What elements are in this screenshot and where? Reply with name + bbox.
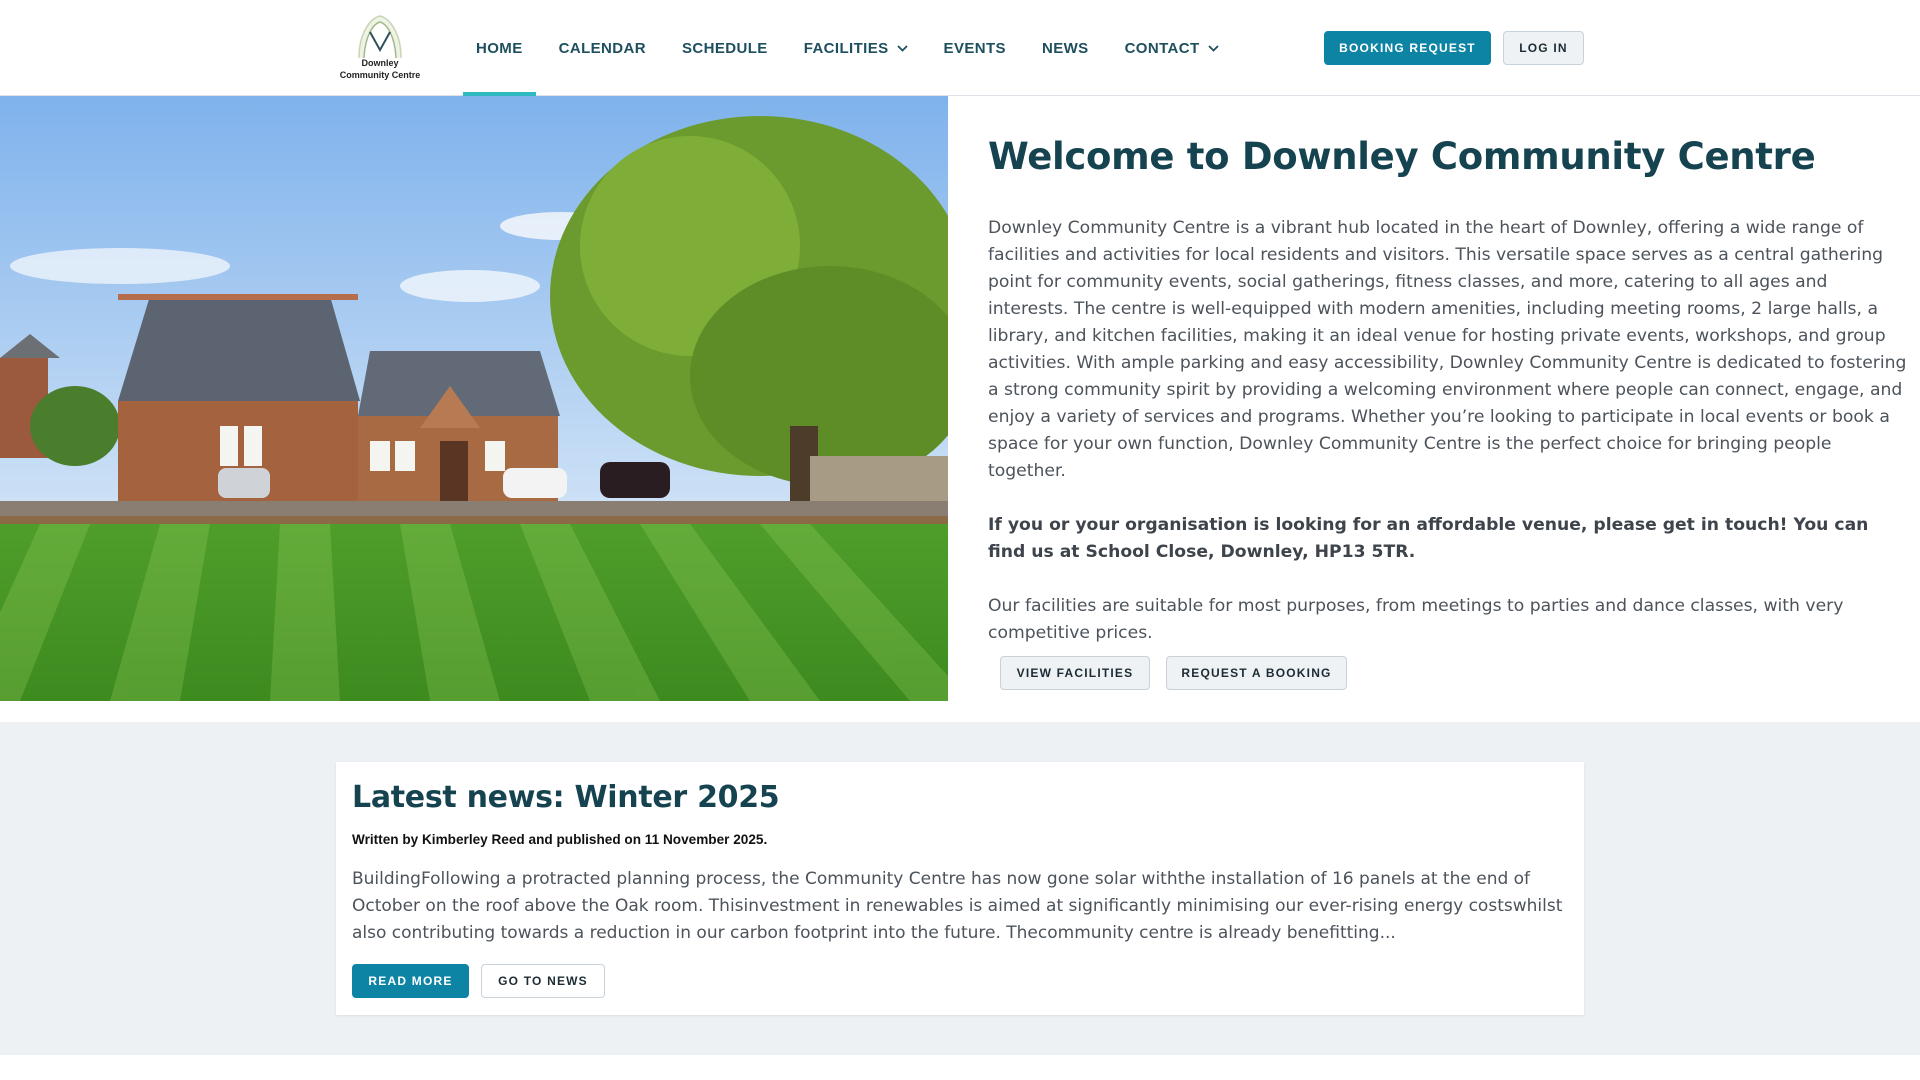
hero-contact-paragraph: If you or your organisation is looking f… <box>988 515 1869 562</box>
nav-schedule[interactable]: SCHEDULE <box>664 0 786 96</box>
nav-calendar[interactable]: CALENDAR <box>541 0 664 96</box>
hero-photo <box>0 96 948 701</box>
log-in-button[interactable]: LOG IN <box>1503 31 1584 65</box>
news-excerpt: BuildingFollowing a protracted planning … <box>352 869 1563 943</box>
main-nav: HOME CALENDAR SCHEDULE FACILITIES EVENTS… <box>458 0 1237 96</box>
site-logo[interactable]: Downley Community Centre <box>338 14 422 82</box>
booking-request-button[interactable]: BOOKING REQUEST <box>1324 31 1491 65</box>
nav-facilities-label: FACILITIES <box>803 39 889 57</box>
news-title: Latest news: Winter 2025 <box>352 780 780 815</box>
nav-contact-label: CONTACT <box>1124 39 1200 57</box>
arch-logo-icon <box>358 15 402 58</box>
nav-events[interactable]: EVENTS <box>926 0 1024 96</box>
latest-news-card: Latest news: Winter 2025 Written by Kimb… <box>336 762 1584 1015</box>
view-facilities-button[interactable]: VIEW FACILITIES <box>1000 656 1150 690</box>
logo-line-2: Community Centre <box>339 70 421 80</box>
nav-calendar-label: CALENDAR <box>558 39 646 57</box>
logo-line-1: Downley <box>361 58 399 68</box>
logo-text: Downley Community Centre <box>338 57 422 81</box>
nav-home[interactable]: HOME <box>458 0 541 96</box>
request-a-booking-button[interactable]: REQUEST A BOOKING <box>1166 656 1347 690</box>
nav-news[interactable]: NEWS <box>1024 0 1107 96</box>
news-byline: Written by Kimberley Reed and published … <box>352 832 768 847</box>
read-more-button[interactable]: READ MORE <box>352 964 469 998</box>
top-navigation-bar: Downley Community Centre HOME CALENDAR S… <box>0 0 1920 96</box>
nav-schedule-label: SCHEDULE <box>681 39 768 57</box>
hero-intro-paragraph: Downley Community Centre is a vibrant hu… <box>988 218 1907 481</box>
hero-title: Welcome to Downley Community Centre <box>988 135 1816 178</box>
nav-home-label: HOME <box>476 39 523 57</box>
hero-image-community-centre <box>0 96 948 701</box>
chevron-down-icon <box>1207 44 1219 52</box>
chevron-down-icon <box>896 44 908 52</box>
nav-facilities[interactable]: FACILITIES <box>786 0 926 96</box>
hero-text-section: Welcome to Downley Community Centre Down… <box>988 96 1908 647</box>
nav-contact[interactable]: CONTACT <box>1107 0 1237 96</box>
nav-events-label: EVENTS <box>943 39 1006 57</box>
nav-news-label: NEWS <box>1041 39 1089 57</box>
go-to-news-button[interactable]: GO TO NEWS <box>481 964 605 998</box>
hero-facilities-paragraph: Our facilities are suitable for most pur… <box>988 596 1844 643</box>
